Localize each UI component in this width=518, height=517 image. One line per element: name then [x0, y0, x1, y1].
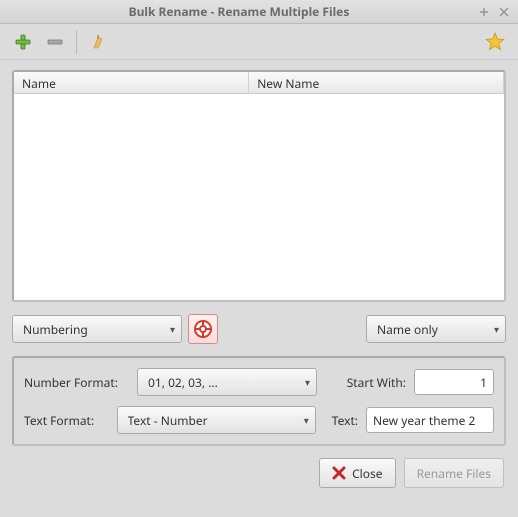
- close-button[interactable]: Close: [319, 458, 395, 488]
- minimize-button[interactable]: [476, 4, 492, 20]
- remove-icon: [46, 33, 64, 51]
- help-button[interactable]: [188, 314, 218, 344]
- number-format-dropdown[interactable]: 01, 02, 03, ... ▾: [137, 368, 317, 396]
- window-title: Bulk Rename - Rename Multiple Files: [6, 3, 472, 20]
- file-list-body[interactable]: [14, 94, 504, 300]
- clear-icon: [89, 33, 107, 51]
- chevron-down-icon: ▾: [305, 375, 310, 389]
- remove-button[interactable]: [42, 29, 68, 55]
- file-list[interactable]: Name New Name: [12, 70, 506, 302]
- toolbar: [0, 24, 518, 60]
- close-x-icon: [332, 466, 346, 480]
- add-icon: [14, 33, 32, 51]
- scope-value: Name only: [377, 321, 488, 338]
- rename-mode-value: Numbering: [23, 321, 164, 338]
- number-format-value: 01, 02, 03, ...: [148, 374, 299, 391]
- column-newname-header[interactable]: New Name: [249, 72, 504, 93]
- rename-mode-dropdown[interactable]: Numbering ▾: [12, 315, 182, 343]
- chevron-down-icon: ▾: [304, 413, 309, 427]
- help-icon: [193, 319, 213, 339]
- add-button[interactable]: [10, 29, 36, 55]
- start-with-input[interactable]: [414, 369, 494, 395]
- rename-files-button[interactable]: Rename Files: [404, 458, 504, 488]
- close-window-button[interactable]: [496, 4, 512, 20]
- clear-button[interactable]: [85, 29, 111, 55]
- mode-row: Numbering ▾ Name only ▾: [12, 314, 506, 344]
- text-format-label: Text Format:: [24, 412, 109, 429]
- chevron-down-icon: ▾: [170, 322, 175, 336]
- text-input[interactable]: [366, 407, 494, 433]
- favorite-button[interactable]: [482, 29, 508, 55]
- text-format-dropdown[interactable]: Text - Number ▾: [117, 406, 316, 434]
- start-with-label: Start With:: [347, 374, 406, 391]
- star-icon: [485, 32, 505, 52]
- options-panel: Number Format: 01, 02, 03, ... ▾ Start W…: [12, 356, 506, 446]
- scope-dropdown[interactable]: Name only ▾: [366, 315, 506, 343]
- column-name-header[interactable]: Name: [14, 72, 249, 93]
- column-header-row: Name New Name: [14, 72, 504, 94]
- number-format-label: Number Format:: [24, 374, 129, 391]
- titlebar: Bulk Rename - Rename Multiple Files: [0, 0, 518, 24]
- toolbar-separator: [76, 30, 77, 54]
- text-format-value: Text - Number: [128, 412, 298, 429]
- rename-files-label: Rename Files: [417, 465, 491, 482]
- text-label: Text:: [332, 412, 358, 429]
- close-button-label: Close: [352, 465, 382, 482]
- chevron-down-icon: ▾: [494, 322, 499, 336]
- footer-buttons: Close Rename Files: [12, 458, 506, 488]
